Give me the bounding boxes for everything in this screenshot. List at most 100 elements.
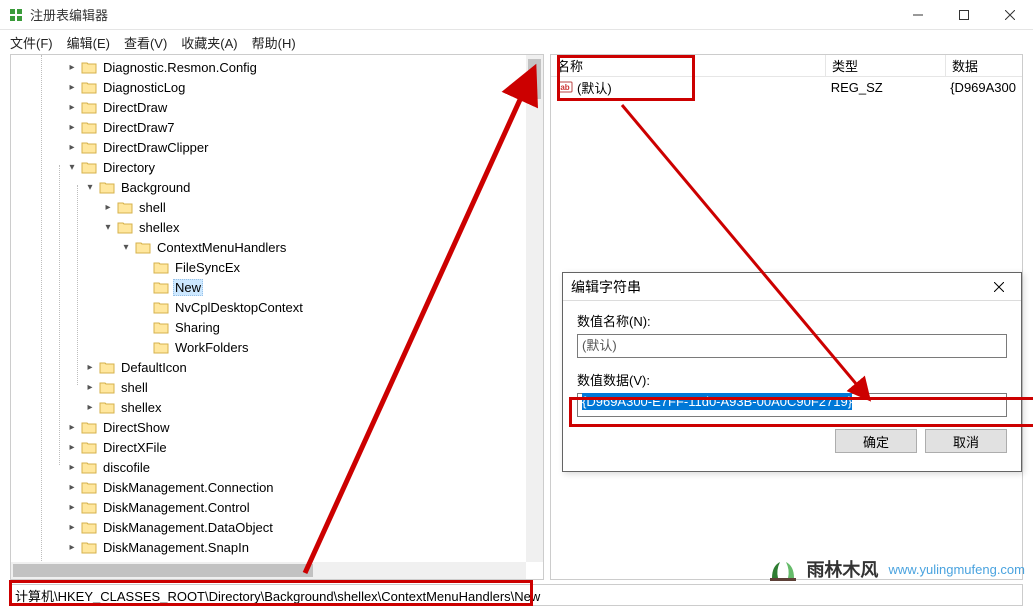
tree-item-label: Background [119, 180, 192, 195]
tree-item[interactable]: NvCplDesktopContext [11, 297, 543, 317]
toggle-icon[interactable]: ▸ [65, 480, 79, 494]
tree-item[interactable]: ▸shellex [11, 397, 543, 417]
tree-hscroll[interactable] [11, 562, 526, 579]
dialog-close-button[interactable] [985, 273, 1013, 301]
tree-item[interactable]: ▸ shell [11, 377, 543, 397]
toggle-icon[interactable] [137, 340, 151, 354]
tree-item[interactable]: ▸DirectDrawClipper [11, 137, 543, 157]
toggle-icon[interactable]: ▸ [65, 440, 79, 454]
tree-item[interactable]: ▸ DiskManagement.Connection [11, 477, 543, 497]
ok-button[interactable]: 确定 [835, 429, 917, 453]
tree-item[interactable]: ▾ Directory [11, 157, 543, 177]
tree-item[interactable]: ▾ContextMenuHandlers [11, 237, 543, 257]
toggle-icon[interactable]: ▸ [65, 80, 79, 94]
list-row[interactable]: ab (默认) REG_SZ {D969A300 [551, 77, 1022, 97]
tree-item[interactable]: ▸ DiskManagement.DataObject [11, 517, 543, 537]
toggle-icon[interactable]: ▾ [83, 180, 97, 194]
toggle-icon[interactable] [137, 280, 151, 294]
registry-tree[interactable]: ▸Diagnostic.Resmon.Config▸DiagnosticLog▸… [11, 55, 543, 579]
tree-item-label: WorkFolders [173, 340, 250, 355]
toggle-icon[interactable]: ▸ [65, 100, 79, 114]
tree-item-label: DirectDraw7 [101, 120, 177, 135]
tree-item-label: shell [137, 200, 168, 215]
tree-item-label: shell [119, 380, 150, 395]
toggle-icon[interactable]: ▾ [65, 160, 79, 174]
folder-icon [99, 360, 115, 374]
menu-help[interactable]: 帮助(H) [252, 33, 296, 52]
maximize-button[interactable] [941, 0, 987, 30]
menu-favorites[interactable]: 收藏夹(A) [181, 33, 237, 52]
app-icon [8, 7, 24, 23]
value-name-field[interactable]: (默认) [577, 334, 1007, 358]
col-name[interactable]: 名称 [551, 55, 826, 76]
toggle-icon[interactable]: ▾ [119, 240, 133, 254]
tree-item[interactable]: ▸DiskManagement.Control [11, 497, 543, 517]
folder-icon [81, 460, 97, 474]
toggle-icon[interactable]: ▸ [83, 380, 97, 394]
tree-item[interactable]: ▸DirectDraw [11, 97, 543, 117]
tree-item[interactable]: ▾ Background [11, 177, 543, 197]
tree-item[interactable]: Sharing [11, 317, 543, 337]
toggle-icon[interactable] [137, 260, 151, 274]
menu-edit[interactable]: 编辑(E) [67, 33, 110, 52]
folder-icon [99, 180, 115, 194]
toggle-icon[interactable]: ▸ [65, 500, 79, 514]
tree-item[interactable]: ▸ DirectXFile [11, 437, 543, 457]
close-button[interactable] [987, 0, 1033, 30]
tree-item[interactable]: FileSyncEx [11, 257, 543, 277]
toggle-icon[interactable]: ▸ [65, 140, 79, 154]
dialog-title: 编辑字符串 [571, 277, 641, 297]
col-data[interactable]: 数据 [946, 55, 1022, 76]
tree-item[interactable]: ▸Diagnostic.Resmon.Config [11, 57, 543, 77]
tree-item-label: NvCplDesktopContext [173, 300, 305, 315]
toggle-icon[interactable]: ▾ [101, 220, 115, 234]
folder-icon [135, 240, 151, 254]
cancel-button[interactable]: 取消 [925, 429, 1007, 453]
row-name: (默认) [577, 78, 612, 97]
tree-item-label: Sharing [173, 320, 222, 335]
tree-item[interactable]: WorkFolders [11, 337, 543, 357]
svg-text:ab: ab [560, 83, 569, 92]
toggle-icon[interactable]: ▸ [65, 520, 79, 534]
tree-item[interactable]: ▸DefaultIcon [11, 357, 543, 377]
tree-item-label: Directory [101, 160, 157, 175]
row-type: REG_SZ [825, 80, 944, 95]
tree-item[interactable]: ▸ DirectDraw7 [11, 117, 543, 137]
tree-item[interactable]: ▸discofile [11, 457, 543, 477]
toggle-icon[interactable]: ▸ [65, 460, 79, 474]
toggle-icon[interactable]: ▸ [101, 200, 115, 214]
menu-view[interactable]: 查看(V) [124, 33, 167, 52]
tree-item-label: DirectXFile [101, 440, 169, 455]
path-bar[interactable]: 计算机\HKEY_CLASSES_ROOT\Directory\Backgrou… [10, 584, 1023, 606]
tree-item[interactable]: ▸DiagnosticLog [11, 77, 543, 97]
tree-item[interactable]: ▸ DiskManagement.SnapIn [11, 537, 543, 557]
folder-icon [81, 420, 97, 434]
menu-bar: 文件(F) 编辑(E) 查看(V) 收藏夹(A) 帮助(H) [0, 30, 1033, 54]
folder-icon [81, 160, 97, 174]
menu-file[interactable]: 文件(F) [10, 33, 53, 52]
folder-icon [81, 500, 97, 514]
dialog-title-bar[interactable]: 编辑字符串 [563, 273, 1021, 301]
toggle-icon[interactable]: ▸ [65, 120, 79, 134]
toggle-icon[interactable] [137, 320, 151, 334]
toggle-icon[interactable]: ▸ [83, 360, 97, 374]
toggle-icon[interactable]: ▸ [65, 420, 79, 434]
col-type[interactable]: 类型 [826, 55, 946, 76]
tree-item[interactable]: ▾shellex [11, 217, 543, 237]
tree-vscroll[interactable] [526, 55, 543, 562]
tree-item[interactable]: New [11, 277, 543, 297]
minimize-button[interactable] [895, 0, 941, 30]
value-data-field[interactable]: {D969A300-E7FF-11d0-A93B-00A0C90F2719} [577, 393, 1007, 417]
toggle-icon[interactable]: ▸ [65, 60, 79, 74]
tree-item-label: DiskManagement.SnapIn [101, 540, 251, 555]
tree-item-label: DiskManagement.DataObject [101, 520, 275, 535]
folder-icon [153, 300, 169, 314]
toggle-icon[interactable] [137, 300, 151, 314]
toggle-icon[interactable]: ▸ [83, 400, 97, 414]
tree-item[interactable]: ▸ shell [11, 197, 543, 217]
tree-item[interactable]: ▸DirectShow [11, 417, 543, 437]
tree-item-label: New [173, 279, 203, 296]
tree-item-label: DiskManagement.Connection [101, 480, 276, 495]
toggle-icon[interactable]: ▸ [65, 540, 79, 554]
folder-icon [153, 280, 169, 294]
